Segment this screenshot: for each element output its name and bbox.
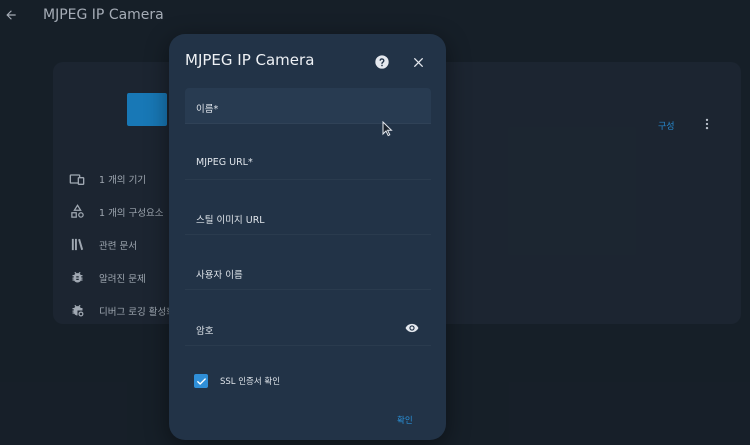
help-circle-icon bbox=[375, 55, 389, 69]
field-underline bbox=[185, 345, 431, 346]
show-password-button[interactable] bbox=[403, 319, 421, 337]
mjpeg-url-field-label: MJPEG URL* bbox=[196, 157, 253, 168]
help-button[interactable] bbox=[373, 53, 391, 71]
submit-button[interactable]: 확인 bbox=[397, 414, 413, 426]
eye-icon bbox=[405, 323, 419, 333]
dialog-title: MJPEG IP Camera bbox=[185, 51, 315, 69]
mouse-cursor-icon bbox=[382, 121, 393, 137]
field-underline bbox=[185, 234, 431, 235]
close-icon bbox=[413, 57, 423, 67]
username-field-label: 사용자 이름 bbox=[196, 270, 243, 281]
field-underline bbox=[185, 289, 431, 290]
still-image-url-field[interactable]: 스틸 이미지 URL bbox=[185, 199, 431, 235]
verify-ssl-checkbox[interactable] bbox=[194, 374, 208, 388]
name-field-label: 이름* bbox=[196, 104, 219, 115]
username-field[interactable]: 사용자 이름 bbox=[185, 254, 431, 290]
close-button[interactable] bbox=[409, 53, 427, 71]
name-field[interactable]: 이름* bbox=[185, 88, 431, 124]
verify-ssl-label: SSL 인증서 확인 bbox=[220, 377, 281, 387]
verify-ssl-row: SSL 인증서 확인 bbox=[194, 372, 280, 390]
field-underline bbox=[185, 123, 431, 124]
mjpeg-url-field[interactable]: MJPEG URL* bbox=[185, 144, 431, 180]
field-underline bbox=[185, 179, 431, 180]
check-icon bbox=[196, 377, 206, 385]
still-image-url-field-label: 스틸 이미지 URL bbox=[196, 215, 265, 226]
app-window: MJPEG IP Camera 구성 1 개의 기기 1 개의 구성요소 관련 … bbox=[0, 0, 750, 445]
password-field[interactable]: 암호 bbox=[185, 310, 431, 346]
config-dialog: MJPEG IP Camera 이름* MJPEG URL* 스틸 이미지 UR… bbox=[169, 34, 446, 440]
password-field-label: 암호 bbox=[196, 326, 214, 337]
